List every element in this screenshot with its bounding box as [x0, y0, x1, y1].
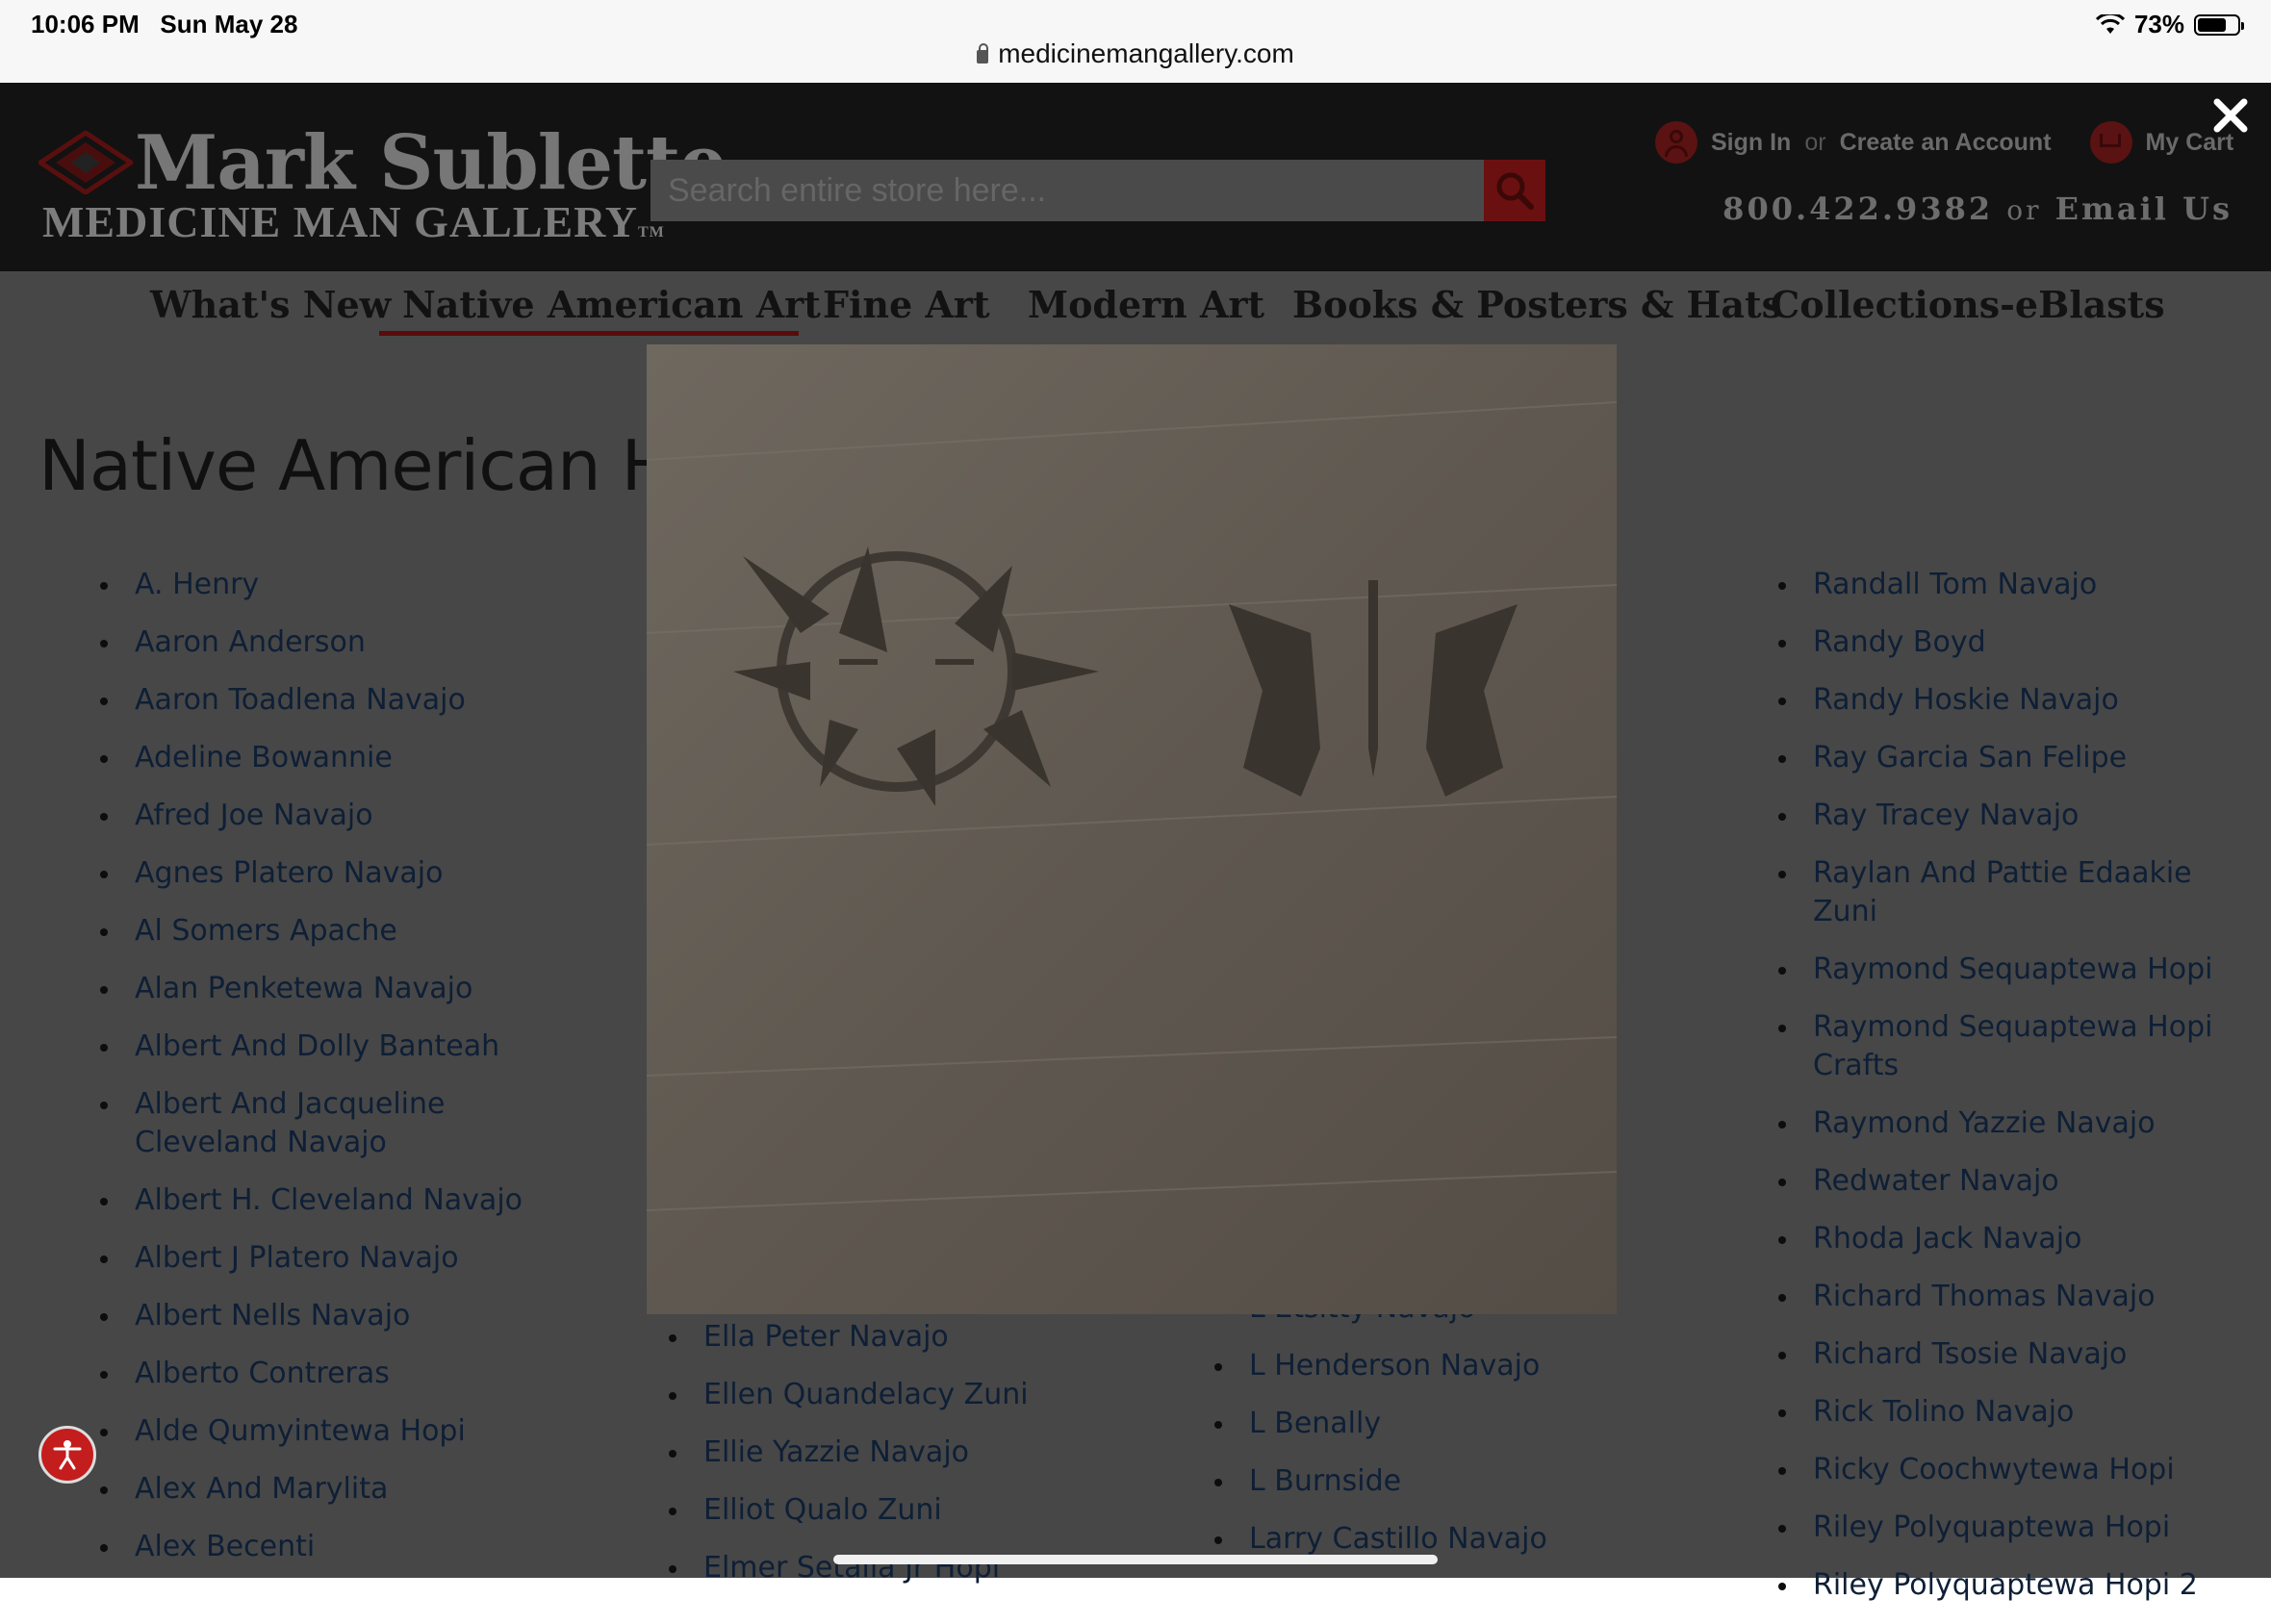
- artist-link[interactable]: Albert J Platero Navajo: [100, 1239, 581, 1278]
- nav-native-american-art[interactable]: Native American Art: [402, 283, 821, 326]
- artist-link[interactable]: Raymond Sequaptewa Hopi Crafts: [1778, 1008, 2221, 1085]
- artist-link[interactable]: L Burnside: [1214, 1462, 1715, 1501]
- artist-link[interactable]: Adeline Bowannie: [100, 739, 581, 777]
- artist-link[interactable]: Aaron Anderson: [100, 623, 581, 662]
- or-text: or: [1804, 128, 1826, 156]
- artist-link[interactable]: Randall Tom Navajo: [1778, 566, 2221, 604]
- artist-link[interactable]: Alde Qumyintewa Hopi: [100, 1412, 581, 1451]
- artist-link[interactable]: Randy Boyd: [1778, 623, 2221, 662]
- artist-link[interactable]: Albert Nells Navajo: [100, 1297, 581, 1335]
- accessibility-icon: [53, 1440, 82, 1470]
- artist-link[interactable]: Richard Thomas Navajo: [1778, 1278, 2221, 1316]
- sign-in-link[interactable]: Sign In: [1711, 129, 1791, 157]
- logo-diamond-icon: [38, 131, 133, 194]
- artist-link[interactable]: Randy Hoskie Navajo: [1778, 681, 2221, 720]
- lock-icon: [977, 43, 989, 63]
- create-account-link[interactable]: Create an Account: [1840, 129, 2052, 157]
- artist-link[interactable]: Aaron Toadlena Navajo: [100, 681, 581, 720]
- phone-number[interactable]: 800.422.9382: [1722, 190, 1993, 227]
- artist-link[interactable]: Al Somers Apache: [100, 912, 581, 951]
- nav-books-posters-hats[interactable]: Books & Posters & Hats: [1292, 283, 1782, 326]
- artist-link[interactable]: Rhoda Jack Navajo: [1778, 1220, 2221, 1258]
- logo-title: Mark Sublette: [135, 119, 727, 207]
- artist-link[interactable]: Ray Tracey Navajo: [1778, 797, 2221, 835]
- home-indicator[interactable]: [833, 1555, 1438, 1564]
- artist-link[interactable]: Albert H. Cleveland Navajo: [100, 1181, 581, 1220]
- artist-list-col3: L Etsitty NavajoL Henderson NavajoL Bena…: [1214, 1289, 1715, 1578]
- status-bar: 10:06 PM Sun May 28 73% medicinemangalle…: [0, 0, 2271, 83]
- nav-active-indicator: [379, 331, 799, 336]
- artist-link[interactable]: Raylan And Pattie Edaakie Zuni: [1778, 854, 2221, 931]
- artist-link[interactable]: Larry Castillo Navajo: [1214, 1520, 1715, 1559]
- artist-link[interactable]: Raymond Sequaptewa Hopi: [1778, 951, 2221, 989]
- artist-link[interactable]: Riley Polyquaptewa Hopi: [1778, 1509, 2221, 1547]
- cart-icon[interactable]: [2089, 121, 2132, 164]
- artist-link[interactable]: A. Henry: [100, 566, 581, 604]
- search-input[interactable]: [651, 160, 1484, 221]
- artist-link[interactable]: L Benally: [1214, 1405, 1715, 1443]
- artist-list-col4: Randall Tom Navajo Randy Boyd Randy Hoskie…: [1778, 566, 2221, 1624]
- wifi-icon: [2095, 13, 2125, 34]
- artist-link[interactable]: Ellen Quandelacy Zuni: [669, 1376, 1169, 1414]
- artist-link[interactable]: Agnes Platero Navajo: [100, 854, 581, 893]
- artist-link[interactable]: Albert And Jacqueline Cleveland Navajo: [100, 1085, 581, 1162]
- artist-link[interactable]: Ella Peter Navajo: [669, 1318, 1169, 1357]
- email-link[interactable]: Email Us: [2055, 190, 2233, 227]
- contact-line: 800.422.9382 or Email Us: [1722, 190, 2233, 227]
- artist-link[interactable]: Albert And Dolly Banteah: [100, 1028, 581, 1066]
- battery-icon: [2194, 13, 2244, 36]
- nav-collections-eblasts[interactable]: Collections-eBlasts: [1771, 283, 2165, 326]
- address-bar[interactable]: medicinemangallery.com: [0, 38, 2271, 69]
- artist-link[interactable]: Afred Joe Navajo: [100, 797, 581, 835]
- close-icon[interactable]: [2211, 96, 2250, 135]
- nav-modern-art[interactable]: Modern Art: [1028, 283, 1264, 326]
- page-title: Native American Ha: [38, 425, 715, 506]
- url-text: medicinemangallery.com: [998, 38, 1294, 68]
- artist-link[interactable]: Ellie Yazzie Navajo: [669, 1434, 1169, 1472]
- accessibility-button[interactable]: [38, 1426, 96, 1484]
- search-icon: [1496, 172, 1534, 210]
- hallmark-photo: [647, 344, 1617, 1314]
- artist-link[interactable]: Ray Garcia San Felipe: [1778, 739, 2221, 777]
- artist-link[interactable]: Richard Tsosie Navajo: [1778, 1335, 2221, 1374]
- status-right: 73%: [2095, 10, 2244, 39]
- artist-link[interactable]: Riley Polyquaptewa Hopi 2: [1778, 1566, 2221, 1605]
- status-time: 10:06 PM Sun May 28: [31, 10, 298, 38]
- battery-fill: [2198, 17, 2227, 32]
- account-links: Sign In or Create an Account My Cart: [1655, 121, 2233, 164]
- user-icon[interactable]: [1655, 121, 1697, 164]
- site-header: Mark Sublette MEDICINE MAN GALLERYTM Sig…: [0, 83, 2271, 271]
- artist-link[interactable]: Alan Penketewa Navajo: [100, 970, 581, 1008]
- artist-link[interactable]: Elliot Qualo Zuni: [669, 1491, 1169, 1530]
- search-button[interactable]: [1484, 160, 1545, 221]
- artist-link[interactable]: Raymond Yazzie Navajo: [1778, 1104, 2221, 1143]
- nav-whats-new[interactable]: What's New: [150, 283, 391, 326]
- artist-link[interactable]: Redwater Navajo: [1778, 1162, 2221, 1201]
- artist-list-col1: A. Henry Aaron Anderson Aaron Toadlena Nav…: [100, 566, 581, 1586]
- artist-link[interactable]: Ricky Coochwytewa Hopi: [1778, 1451, 2221, 1489]
- artist-link[interactable]: Rick Tolino Navajo: [1778, 1393, 2221, 1432]
- artist-link[interactable]: L Henderson Navajo: [1214, 1347, 1715, 1385]
- nav-fine-art[interactable]: Fine Art: [823, 283, 990, 326]
- artist-link[interactable]: Alberto Contreras: [100, 1355, 581, 1393]
- battery-percent: 73%: [2133, 10, 2184, 38]
- logo-subtitle: MEDICINE MAN GALLERYTM: [42, 197, 665, 246]
- artist-link[interactable]: Alex And Marylita: [100, 1470, 581, 1509]
- lightbox-image[interactable]: [647, 344, 1617, 1314]
- artist-link[interactable]: Alex Becenti: [100, 1528, 581, 1566]
